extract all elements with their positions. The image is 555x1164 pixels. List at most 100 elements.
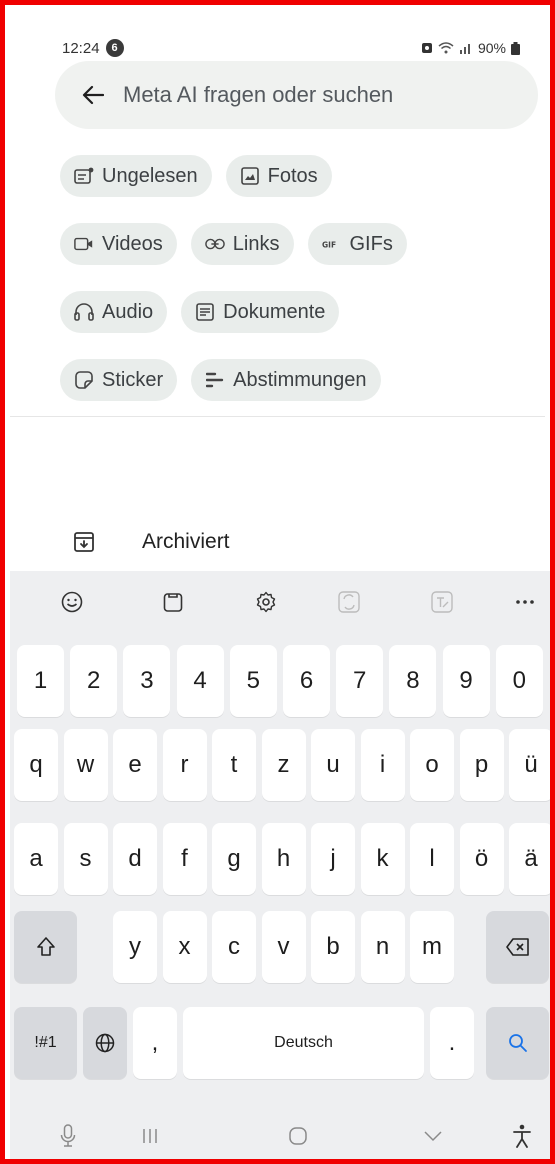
keyboard-toolbar	[10, 571, 550, 633]
key-r[interactable]: r	[162, 729, 207, 801]
key-s[interactable]: s	[63, 823, 108, 895]
key-i[interactable]: i	[360, 729, 405, 801]
key-7[interactable]: 7	[336, 645, 384, 717]
filter-row: Videos Links GIF GIFs	[60, 223, 540, 265]
symbols-key[interactable]: !#1	[14, 1007, 77, 1079]
poll-icon	[205, 370, 225, 390]
filter-chips: Ungelesen Fotos Videos Links GIF GIFs Au…	[60, 155, 540, 427]
filter-chip-videos[interactable]: Videos	[60, 223, 177, 265]
key-u[interactable]: u	[311, 729, 355, 801]
key-f[interactable]: f	[162, 823, 207, 895]
sticker-icon	[74, 370, 94, 390]
key-2[interactable]: 2	[70, 645, 118, 717]
key-9[interactable]: 9	[442, 645, 490, 717]
clipboard-icon[interactable]	[158, 587, 188, 617]
key-m[interactable]: m	[410, 911, 454, 983]
filter-chip-sticker[interactable]: Sticker	[60, 359, 178, 401]
search-bar[interactable]: Meta AI fragen oder suchen	[55, 61, 538, 129]
archive-icon	[72, 530, 96, 554]
key-ü[interactable]: ü	[509, 729, 550, 801]
language-globe-key[interactable]	[83, 1007, 127, 1079]
key-4[interactable]: 4	[176, 645, 224, 717]
hide-keyboard-chevron-down-icon[interactable]	[418, 1121, 448, 1151]
key-0[interactable]: 0	[495, 645, 543, 717]
archived-row[interactable]: Archiviert	[72, 525, 230, 559]
notification-count-badge: 6	[105, 39, 124, 57]
clock: 12:24	[62, 39, 100, 57]
settings-gear-icon[interactable]	[251, 587, 281, 617]
chip-label: Fotos	[267, 164, 318, 187]
space-bar[interactable]: Deutsch	[183, 1007, 424, 1079]
video-icon	[74, 234, 94, 254]
filter-chip-documents[interactable]: Dokumente	[181, 291, 340, 333]
filter-chip-unread[interactable]: Ungelesen	[60, 155, 212, 197]
key-q[interactable]: q	[14, 729, 58, 801]
back-arrow-icon[interactable]	[81, 83, 105, 107]
key-ä[interactable]: ä	[509, 823, 550, 895]
link-icon	[204, 234, 225, 254]
backspace-key[interactable]	[486, 911, 549, 983]
key-l[interactable]: l	[410, 823, 454, 895]
key-o[interactable]: o	[410, 729, 454, 801]
section-divider	[10, 416, 545, 417]
shift-arrow-icon	[36, 937, 55, 956]
key-d[interactable]: d	[113, 823, 157, 895]
translate-icon[interactable]	[334, 587, 364, 617]
key-c[interactable]: c	[212, 911, 256, 983]
key-5[interactable]: 5	[229, 645, 277, 717]
chip-label: Audio	[102, 300, 154, 323]
key-ö[interactable]: ö	[459, 823, 504, 895]
unread-icon	[74, 166, 94, 186]
filter-chip-links[interactable]: Links	[190, 223, 294, 265]
key-h[interactable]: h	[261, 823, 306, 895]
key-8[interactable]: 8	[389, 645, 437, 717]
emoji-icon[interactable]	[57, 587, 87, 617]
key-a[interactable]: a	[14, 823, 58, 895]
backspace-icon	[505, 938, 529, 956]
key-z[interactable]: z	[261, 729, 306, 801]
key-w[interactable]: w	[63, 729, 108, 801]
key-y[interactable]: y	[113, 911, 157, 983]
filter-chip-polls[interactable]: Abstimmungen	[191, 359, 381, 401]
filter-chip-audio[interactable]: Audio	[60, 291, 168, 333]
recent-apps-icon[interactable]	[135, 1121, 165, 1151]
chip-label: Ungelesen	[102, 164, 198, 187]
comma-key[interactable]: ,	[133, 1007, 177, 1079]
svg-text:GIF: GIF	[322, 240, 336, 249]
chip-label: Abstimmungen	[233, 368, 367, 391]
photo-icon	[240, 166, 260, 186]
search-key[interactable]	[486, 1007, 549, 1079]
key-e[interactable]: e	[113, 729, 157, 801]
key-3[interactable]: 3	[123, 645, 171, 717]
filter-chip-gifs[interactable]: GIF GIFs	[307, 223, 407, 265]
shift-key[interactable]	[14, 911, 77, 983]
home-icon[interactable]	[283, 1121, 313, 1151]
search-input[interactable]: Meta AI fragen oder suchen	[123, 82, 393, 108]
key-k[interactable]: k	[360, 823, 405, 895]
key-g[interactable]: g	[212, 823, 256, 895]
period-key[interactable]: .	[430, 1007, 474, 1079]
filter-chip-photos[interactable]: Fotos	[225, 155, 332, 197]
more-options-icon[interactable]	[510, 587, 540, 617]
archived-label: Archiviert	[142, 530, 230, 553]
key-b[interactable]: b	[311, 911, 355, 983]
key-x[interactable]: x	[162, 911, 207, 983]
key-1[interactable]: 1	[17, 645, 64, 717]
key-p[interactable]: p	[459, 729, 504, 801]
chip-label: Links	[232, 232, 280, 255]
key-6[interactable]: 6	[283, 645, 330, 717]
signal-icon	[459, 42, 473, 54]
handwriting-icon[interactable]	[427, 587, 457, 617]
globe-icon	[95, 1033, 115, 1053]
key-n[interactable]: n	[360, 911, 405, 983]
key-j[interactable]: j	[311, 823, 355, 895]
microphone-icon[interactable]	[53, 1121, 83, 1151]
filter-row: Audio Dokumente	[60, 291, 540, 333]
key-v[interactable]: v	[261, 911, 306, 983]
search-icon	[508, 1034, 527, 1052]
key-t[interactable]: t	[212, 729, 256, 801]
accessibility-icon[interactable]	[507, 1121, 537, 1151]
chip-label: Dokumente	[223, 300, 326, 323]
alarm-icon	[421, 42, 433, 54]
status-bar: 12:24 6 90%	[62, 37, 520, 59]
